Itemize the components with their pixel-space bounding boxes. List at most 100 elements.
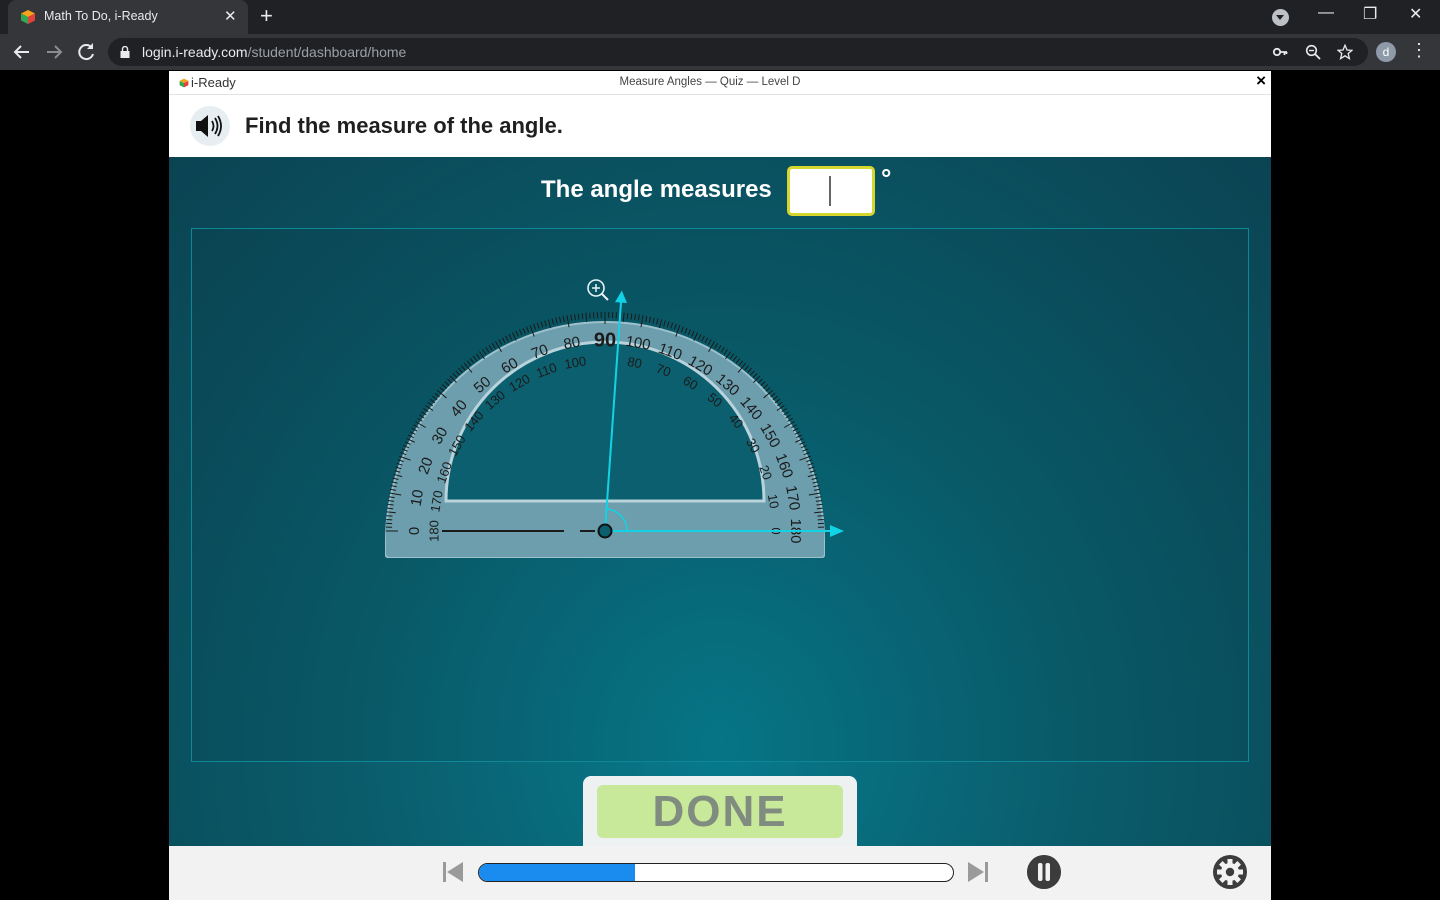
url-text[interactable]: login.i-ready.com/student/dashboard/home bbox=[142, 44, 406, 60]
key-icon[interactable] bbox=[1272, 44, 1288, 60]
protractor-tick bbox=[753, 375, 761, 383]
zoom-icon[interactable] bbox=[1305, 44, 1321, 60]
reload-icon[interactable] bbox=[74, 40, 98, 64]
protractor-tick bbox=[652, 317, 655, 324]
protractor-tick bbox=[693, 332, 699, 341]
protractor-tick bbox=[505, 335, 509, 342]
protractor-tick bbox=[626, 313, 629, 320]
app-close-button[interactable]: × bbox=[1256, 71, 1266, 91]
skip-back-icon[interactable] bbox=[441, 860, 465, 884]
workspace: The angle measures ° 0 10 20 30 40 50 60 70 80 90… bbox=[169, 157, 1271, 848]
protractor-tick bbox=[452, 373, 458, 379]
inner-scale-label: 180 bbox=[426, 520, 441, 542]
outer-scale-label: 80 bbox=[562, 334, 581, 354]
protractor-tick bbox=[439, 386, 445, 392]
browser-toolbar: login.i-ready.com/student/dashboard/home… bbox=[0, 34, 1440, 70]
settings-gear-icon[interactable] bbox=[1213, 855, 1247, 889]
iready-app: i-Ready Measure Angles — Quiz — Level D … bbox=[169, 71, 1271, 900]
tab-search-dropdown-icon[interactable] bbox=[1272, 9, 1289, 26]
lesson-title: Measure Angles — Quiz — Level D bbox=[619, 76, 801, 88]
protractor-tick bbox=[648, 316, 652, 323]
outer-scale-label: 0 bbox=[406, 527, 423, 535]
protractor-tick bbox=[472, 355, 478, 362]
browser-tabbar: Math To Do, i-Ready ✕ + — ❐ ✕ bbox=[0, 0, 1440, 34]
protractor-tick bbox=[760, 381, 766, 387]
text-caret bbox=[829, 176, 831, 206]
lock-icon[interactable] bbox=[120, 46, 130, 58]
protractor[interactable]: 010203040506070 80 90 100 110120130140150160… bbox=[192, 229, 1248, 761]
protractor-tick bbox=[475, 353, 481, 359]
protractor-tick bbox=[729, 353, 735, 359]
profile-avatar[interactable]: d bbox=[1376, 42, 1396, 62]
protractor-tick bbox=[498, 339, 503, 345]
browser-tab[interactable]: Math To Do, i-Ready ✕ bbox=[8, 0, 248, 34]
protractor-tick bbox=[762, 384, 769, 389]
degree-symbol: ° bbox=[881, 163, 892, 193]
back-arrow-icon[interactable] bbox=[10, 40, 34, 64]
question-text: Find the measure of the angle. bbox=[245, 113, 563, 138]
done-button[interactable]: DONE bbox=[597, 785, 843, 838]
new-tab-button[interactable]: + bbox=[260, 4, 273, 28]
app-header: i-Ready Measure Angles — Quiz — Level D … bbox=[169, 71, 1271, 95]
outer-scale-label: 90 bbox=[594, 329, 616, 351]
inner-scale-label: 80 bbox=[626, 354, 643, 371]
protractor-tick bbox=[469, 358, 475, 364]
speaker-icon[interactable] bbox=[190, 106, 230, 146]
protractor-tick bbox=[738, 360, 744, 366]
protractor-tick bbox=[666, 321, 670, 328]
tab-close-icon[interactable]: ✕ bbox=[224, 7, 237, 25]
protractor-tick bbox=[544, 320, 547, 327]
question-bar: Find the measure of the angle. bbox=[169, 95, 1271, 157]
protractor-tick bbox=[508, 333, 513, 340]
protractor-tick bbox=[691, 330, 695, 337]
protractor-tick bbox=[460, 365, 466, 371]
protractor-tick bbox=[449, 375, 457, 383]
protractor-tick bbox=[645, 315, 648, 323]
protractor-tick bbox=[581, 313, 584, 320]
restore-button[interactable]: ❐ bbox=[1363, 4, 1377, 24]
protractor-tick bbox=[725, 351, 732, 360]
angle-answer-input[interactable] bbox=[787, 166, 875, 216]
protractor-tick bbox=[774, 398, 781, 404]
protractor-tick bbox=[562, 315, 565, 323]
protractor-tick bbox=[656, 318, 659, 325]
protractor-tick bbox=[770, 392, 776, 398]
tab-title: Math To Do, i-Ready bbox=[44, 9, 158, 23]
protractor-tick bbox=[720, 347, 725, 353]
protractor-tick bbox=[658, 319, 663, 329]
protractor-tick bbox=[434, 392, 440, 398]
protractor-tick bbox=[491, 343, 496, 349]
window-close-button[interactable]: ✕ bbox=[1409, 4, 1422, 24]
protractor-tick bbox=[458, 367, 463, 374]
protractor-tick bbox=[816, 507, 823, 510]
protractor-tick bbox=[429, 398, 436, 404]
skip-forward-icon[interactable] bbox=[966, 860, 990, 884]
protractor-tick bbox=[717, 345, 722, 351]
protractor-tick bbox=[701, 335, 705, 342]
player-footer bbox=[169, 846, 1271, 900]
protractor-tick bbox=[757, 378, 763, 384]
protractor-tick bbox=[427, 401, 433, 407]
protractor-tick bbox=[515, 330, 519, 337]
magnify-plus-icon[interactable] bbox=[587, 279, 609, 301]
protractor-tick bbox=[441, 384, 448, 389]
address-bar[interactable]: login.i-ready.com/student/dashboard/home bbox=[108, 38, 1368, 66]
forward-arrow-icon[interactable] bbox=[42, 40, 66, 64]
browser-menu-icon[interactable]: ⋮ bbox=[1410, 40, 1428, 61]
protractor-tick bbox=[577, 313, 580, 320]
protractor-tick bbox=[511, 332, 517, 341]
i-ready-favicon-icon bbox=[21, 10, 35, 24]
protractor-tick bbox=[444, 381, 450, 387]
pause-icon[interactable] bbox=[1027, 855, 1061, 889]
protractor-tick bbox=[732, 355, 738, 362]
protractor-tick bbox=[536, 322, 540, 329]
protractor-tick bbox=[423, 408, 429, 413]
inner-scale-label: 10 bbox=[765, 493, 782, 510]
protractor-tick bbox=[455, 370, 461, 376]
protractor-tick bbox=[387, 507, 394, 510]
protractor-center-point[interactable] bbox=[597, 523, 613, 539]
bookmark-star-icon[interactable] bbox=[1337, 44, 1353, 60]
protractor-tick bbox=[714, 343, 719, 349]
minimize-button[interactable]: — bbox=[1318, 4, 1334, 22]
protractor-tick bbox=[555, 317, 558, 324]
